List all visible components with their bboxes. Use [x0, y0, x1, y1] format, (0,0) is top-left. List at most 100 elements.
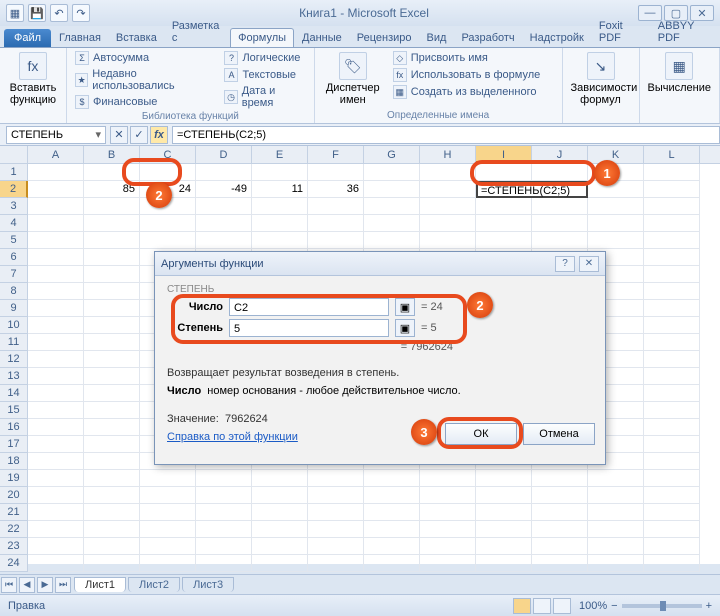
- cell-A15[interactable]: [28, 402, 84, 419]
- cell-B21[interactable]: [84, 504, 140, 521]
- cell-D4[interactable]: [196, 215, 252, 232]
- tab-abbyy[interactable]: ABBYY PDF: [651, 17, 720, 47]
- arg2-input[interactable]: 5: [229, 319, 389, 337]
- cell-I22[interactable]: [476, 521, 532, 538]
- row-1[interactable]: 1: [0, 164, 28, 181]
- cell-F5[interactable]: [308, 232, 364, 249]
- arg1-input[interactable]: C2: [229, 298, 389, 316]
- cell-A21[interactable]: [28, 504, 84, 521]
- cell-A17[interactable]: [28, 436, 84, 453]
- row-20[interactable]: 20: [0, 487, 28, 504]
- row-6[interactable]: 6: [0, 249, 28, 266]
- autosum-button[interactable]: ΣАвтосумма: [73, 50, 216, 66]
- cell-L11[interactable]: [644, 334, 700, 351]
- cell-F23[interactable]: [308, 538, 364, 555]
- cell-A11[interactable]: [28, 334, 84, 351]
- recent-button[interactable]: ★Недавно использовались: [73, 67, 216, 93]
- dialog-titlebar[interactable]: Аргументы функции ? ✕: [155, 252, 605, 276]
- cell-A7[interactable]: [28, 266, 84, 283]
- cell-B5[interactable]: [84, 232, 140, 249]
- cell-G21[interactable]: [364, 504, 420, 521]
- tab-layout[interactable]: Разметка с: [165, 17, 229, 47]
- cell-B11[interactable]: [84, 334, 140, 351]
- insert-function-button[interactable]: fx Вставить функцию: [6, 50, 60, 108]
- cell-L20[interactable]: [644, 487, 700, 504]
- cell-L21[interactable]: [644, 504, 700, 521]
- cell-F21[interactable]: [308, 504, 364, 521]
- cell-J5[interactable]: [532, 232, 588, 249]
- cell-D24[interactable]: [196, 555, 252, 572]
- row-19[interactable]: 19: [0, 470, 28, 487]
- calculation-button[interactable]: ▦ Вычисление: [646, 50, 714, 96]
- cell-H2[interactable]: [420, 181, 476, 198]
- cell-C22[interactable]: [140, 521, 196, 538]
- cell-L8[interactable]: [644, 283, 700, 300]
- text-button[interactable]: AТекстовые: [222, 67, 307, 83]
- cell-J1[interactable]: [532, 164, 588, 181]
- col-E[interactable]: E: [252, 146, 308, 163]
- col-H[interactable]: H: [420, 146, 476, 163]
- cell-B16[interactable]: [84, 419, 140, 436]
- cell-I24[interactable]: [476, 555, 532, 572]
- sheet-nav-next[interactable]: ▶: [37, 577, 53, 593]
- formula-dependencies-button[interactable]: ↘ Зависимости формул: [569, 50, 633, 108]
- file-tab[interactable]: Файл: [4, 29, 51, 47]
- cell-A23[interactable]: [28, 538, 84, 555]
- name-manager-button[interactable]: 🏷 Диспетчер имен: [321, 50, 385, 108]
- cell-C20[interactable]: [140, 487, 196, 504]
- cell-L13[interactable]: [644, 368, 700, 385]
- cell-A18[interactable]: [28, 453, 84, 470]
- tab-formulas[interactable]: Формулы: [230, 28, 294, 47]
- cell-E24[interactable]: [252, 555, 308, 572]
- cell-A4[interactable]: [28, 215, 84, 232]
- cancel-formula-button[interactable]: ✕: [110, 126, 128, 144]
- cell-H1[interactable]: [420, 164, 476, 181]
- tab-insert[interactable]: Вставка: [109, 29, 164, 47]
- zoom-in-button[interactable]: +: [706, 600, 712, 612]
- sheet-tab-3[interactable]: Лист3: [182, 577, 234, 592]
- cell-B18[interactable]: [84, 453, 140, 470]
- cell-L2[interactable]: [644, 181, 700, 198]
- cell-B9[interactable]: [84, 300, 140, 317]
- cell-L23[interactable]: [644, 538, 700, 555]
- formula-input[interactable]: =СТЕПЕНЬ(C2;5): [172, 126, 720, 144]
- sheet-tab-1[interactable]: Лист1: [74, 577, 126, 592]
- cell-F4[interactable]: [308, 215, 364, 232]
- cell-A20[interactable]: [28, 487, 84, 504]
- redo-button[interactable]: ↷: [72, 4, 90, 22]
- cell-A2[interactable]: [28, 181, 84, 198]
- cell-A8[interactable]: [28, 283, 84, 300]
- cell-I2-active[interactable]: =СТЕПЕНЬ(C2;5): [476, 181, 588, 198]
- sheet-nav-last[interactable]: ⏭: [55, 577, 71, 593]
- assign-name-button[interactable]: ◇Присвоить имя: [391, 50, 543, 66]
- cell-H19[interactable]: [420, 470, 476, 487]
- logical-button[interactable]: ?Логические: [222, 50, 307, 66]
- row-23[interactable]: 23: [0, 538, 28, 555]
- col-I[interactable]: I: [476, 146, 532, 163]
- row-4[interactable]: 4: [0, 215, 28, 232]
- cell-G3[interactable]: [364, 198, 420, 215]
- cell-G19[interactable]: [364, 470, 420, 487]
- fx-button[interactable]: fx: [150, 126, 168, 144]
- cell-I19[interactable]: [476, 470, 532, 487]
- cell-C4[interactable]: [140, 215, 196, 232]
- row-16[interactable]: 16: [0, 419, 28, 436]
- col-L[interactable]: L: [644, 146, 700, 163]
- col-J[interactable]: J: [532, 146, 588, 163]
- excel-icon[interactable]: ▦: [6, 4, 24, 22]
- cell-G2[interactable]: [364, 181, 420, 198]
- cell-E4[interactable]: [252, 215, 308, 232]
- cell-E20[interactable]: [252, 487, 308, 504]
- cell-L4[interactable]: [644, 215, 700, 232]
- undo-button[interactable]: ↶: [50, 4, 68, 22]
- cell-H23[interactable]: [420, 538, 476, 555]
- cell-B3[interactable]: [84, 198, 140, 215]
- cell-B7[interactable]: [84, 266, 140, 283]
- col-D[interactable]: D: [196, 146, 252, 163]
- cell-K5[interactable]: [588, 232, 644, 249]
- cell-L22[interactable]: [644, 521, 700, 538]
- row-22[interactable]: 22: [0, 521, 28, 538]
- row-11[interactable]: 11: [0, 334, 28, 351]
- cell-K22[interactable]: [588, 521, 644, 538]
- cell-B6[interactable]: [84, 249, 140, 266]
